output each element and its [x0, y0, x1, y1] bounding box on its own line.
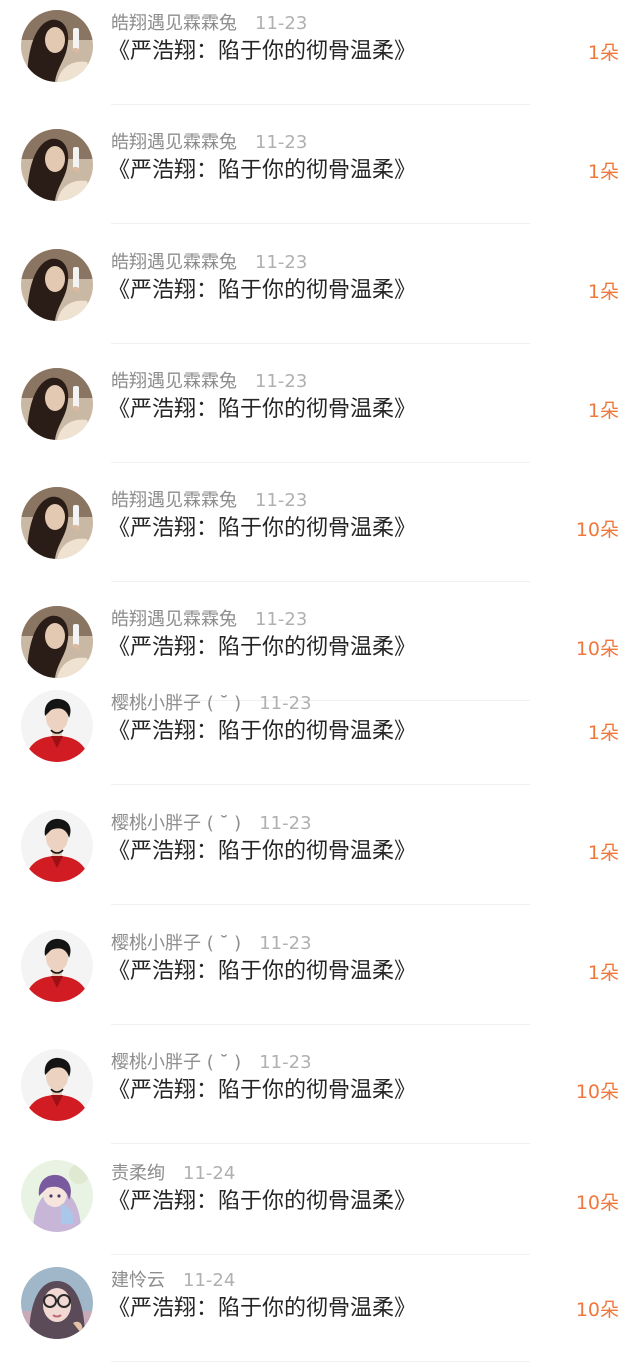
book-title[interactable]: 《严浩翔：陷于你的彻骨温柔》 [108, 717, 416, 747]
gift-record-row[interactable]: 皓翔遇见霖霖兔 11-23 《严浩翔：陷于你的彻骨温柔》 1朵 [0, 10, 640, 105]
book-title[interactable]: 《严浩翔：陷于你的彻骨温柔》 [108, 1187, 416, 1217]
book-title[interactable]: 《严浩翔：陷于你的彻骨温柔》 [108, 395, 416, 425]
username[interactable]: 皓翔遇见霖霖兔 [111, 371, 237, 392]
flower-count: 10朵 [575, 519, 619, 541]
gift-record-row[interactable]: 樱桃小胖子 ( ˘̆ ) 11-23 《严浩翔：陷于你的彻骨温柔》 1朵 [0, 810, 640, 905]
avatar-dark-hair-woman-icon[interactable] [21, 368, 93, 440]
record-meta: 皓翔遇见霖霖兔 11-23 [111, 131, 307, 155]
avatar-dark-hair-woman-icon[interactable] [21, 10, 93, 82]
record-date: 11-23 [259, 693, 312, 714]
row-divider [111, 1254, 530, 1255]
gift-record-row[interactable]: 皓翔遇见霖霖兔 11-23 《严浩翔：陷于你的彻骨温柔》 10朵 [0, 606, 640, 701]
username[interactable]: 皓翔遇见霖霖兔 [111, 490, 237, 511]
record-meta: 樱桃小胖子 ( ˘̆ ) 11-23 [111, 1051, 312, 1075]
book-title[interactable]: 《严浩翔：陷于你的彻骨温柔》 [108, 514, 416, 544]
book-title[interactable]: 《严浩翔：陷于你的彻骨温柔》 [108, 37, 416, 67]
flower-count: 1朵 [587, 281, 619, 303]
book-title[interactable]: 《严浩翔：陷于你的彻骨温柔》 [108, 276, 416, 306]
record-date: 11-23 [255, 13, 308, 34]
gift-record-row[interactable]: 皓翔遇见霖霖兔 11-23 《严浩翔：陷于你的彻骨温柔》 1朵 [0, 129, 640, 224]
record-meta: 皓翔遇见霖霖兔 11-23 [111, 370, 307, 394]
row-divider [111, 462, 530, 463]
username[interactable]: 樱桃小胖子 ( ˘̆ ) [111, 1052, 241, 1073]
avatar-anime-girl-icon[interactable] [21, 1160, 93, 1232]
flower-count: 1朵 [587, 400, 619, 422]
username[interactable]: 樱桃小胖子 ( ˘̆ ) [111, 813, 241, 834]
record-meta: 皓翔遇见霖霖兔 11-23 [111, 608, 307, 632]
gift-record-row[interactable]: 樱桃小胖子 ( ˘̆ ) 11-23 《严浩翔：陷于你的彻骨温柔》 1朵 [0, 690, 640, 785]
book-title[interactable]: 《严浩翔：陷于你的彻骨温柔》 [108, 957, 416, 987]
flower-count: 1朵 [587, 42, 619, 64]
book-title[interactable]: 《严浩翔：陷于你的彻骨温柔》 [108, 1294, 416, 1324]
record-meta: 责柔绚 11-24 [111, 1162, 235, 1186]
record-meta: 樱桃小胖子 ( ˘̆ ) 11-23 [111, 812, 312, 836]
book-title[interactable]: 《严浩翔：陷于你的彻骨温柔》 [108, 837, 416, 867]
flower-count: 1朵 [587, 842, 619, 864]
record-meta: 建怜云 11-24 [111, 1269, 235, 1293]
row-divider [111, 1143, 530, 1144]
avatar-red-shirt-boy-icon[interactable] [21, 690, 93, 762]
avatar-red-shirt-boy-icon[interactable] [21, 1049, 93, 1121]
record-date: 11-23 [255, 371, 308, 392]
row-divider [111, 784, 530, 785]
avatar-dark-hair-woman-icon[interactable] [21, 129, 93, 201]
record-date: 11-23 [255, 252, 308, 273]
book-title[interactable]: 《严浩翔：陷于你的彻骨温柔》 [108, 1076, 416, 1106]
row-divider [111, 223, 530, 224]
avatar-girl-glasses-icon[interactable] [21, 1267, 93, 1339]
username[interactable]: 建怜云 [111, 1270, 165, 1291]
record-meta: 皓翔遇见霖霖兔 11-23 [111, 489, 307, 513]
avatar-dark-hair-woman-icon[interactable] [21, 249, 93, 321]
record-meta: 皓翔遇见霖霖兔 11-23 [111, 12, 307, 36]
record-date: 11-23 [255, 609, 308, 630]
record-meta: 樱桃小胖子 ( ˘̆ ) 11-23 [111, 932, 312, 956]
username[interactable]: 皓翔遇见霖霖兔 [111, 252, 237, 273]
row-divider [111, 1024, 530, 1025]
username[interactable]: 樱桃小胖子 ( ˘̆ ) [111, 693, 241, 714]
row-divider [111, 581, 530, 582]
username[interactable]: 皓翔遇见霖霖兔 [111, 609, 237, 630]
username[interactable]: 皓翔遇见霖霖兔 [111, 132, 237, 153]
gift-record-row[interactable]: 皓翔遇见霖霖兔 11-23 《严浩翔：陷于你的彻骨温柔》 1朵 [0, 249, 640, 344]
username[interactable]: 皓翔遇见霖霖兔 [111, 13, 237, 34]
gift-record-row[interactable]: 建怜云 11-24 《严浩翔：陷于你的彻骨温柔》 10朵 [0, 1267, 640, 1362]
row-divider [111, 104, 530, 105]
gift-record-row[interactable]: 樱桃小胖子 ( ˘̆ ) 11-23 《严浩翔：陷于你的彻骨温柔》 1朵 [0, 930, 640, 1025]
username[interactable]: 责柔绚 [111, 1163, 165, 1184]
avatar-dark-hair-woman-icon[interactable] [21, 487, 93, 559]
record-meta: 樱桃小胖子 ( ˘̆ ) 11-23 [111, 692, 312, 716]
record-date: 11-23 [259, 813, 312, 834]
flower-count: 10朵 [575, 1081, 619, 1103]
flower-count: 1朵 [587, 962, 619, 984]
record-date: 11-24 [183, 1163, 236, 1184]
avatar-red-shirt-boy-icon[interactable] [21, 930, 93, 1002]
row-divider [111, 904, 530, 905]
record-date: 11-23 [255, 490, 308, 511]
avatar-dark-hair-woman-icon[interactable] [21, 606, 93, 678]
flower-count: 1朵 [587, 722, 619, 744]
flower-count: 10朵 [575, 1192, 619, 1214]
row-divider [111, 343, 530, 344]
book-title[interactable]: 《严浩翔：陷于你的彻骨温柔》 [108, 156, 416, 186]
gift-record-row[interactable]: 皓翔遇见霖霖兔 11-23 《严浩翔：陷于你的彻骨温柔》 10朵 [0, 487, 640, 582]
row-divider [111, 1361, 530, 1362]
gift-record-row[interactable]: 责柔绚 11-24 《严浩翔：陷于你的彻骨温柔》 10朵 [0, 1160, 640, 1255]
record-date: 11-23 [255, 132, 308, 153]
record-meta: 皓翔遇见霖霖兔 11-23 [111, 251, 307, 275]
flower-count: 10朵 [575, 1299, 619, 1321]
avatar-red-shirt-boy-icon[interactable] [21, 810, 93, 882]
record-date: 11-24 [183, 1270, 236, 1291]
record-date: 11-23 [259, 1052, 312, 1073]
username[interactable]: 樱桃小胖子 ( ˘̆ ) [111, 933, 241, 954]
record-date: 11-23 [259, 933, 312, 954]
flower-count: 10朵 [575, 638, 619, 660]
gift-record-row[interactable]: 皓翔遇见霖霖兔 11-23 《严浩翔：陷于你的彻骨温柔》 1朵 [0, 368, 640, 463]
gift-record-row[interactable]: 樱桃小胖子 ( ˘̆ ) 11-23 《严浩翔：陷于你的彻骨温柔》 10朵 [0, 1049, 640, 1144]
flower-count: 1朵 [587, 161, 619, 183]
book-title[interactable]: 《严浩翔：陷于你的彻骨温柔》 [108, 633, 416, 663]
